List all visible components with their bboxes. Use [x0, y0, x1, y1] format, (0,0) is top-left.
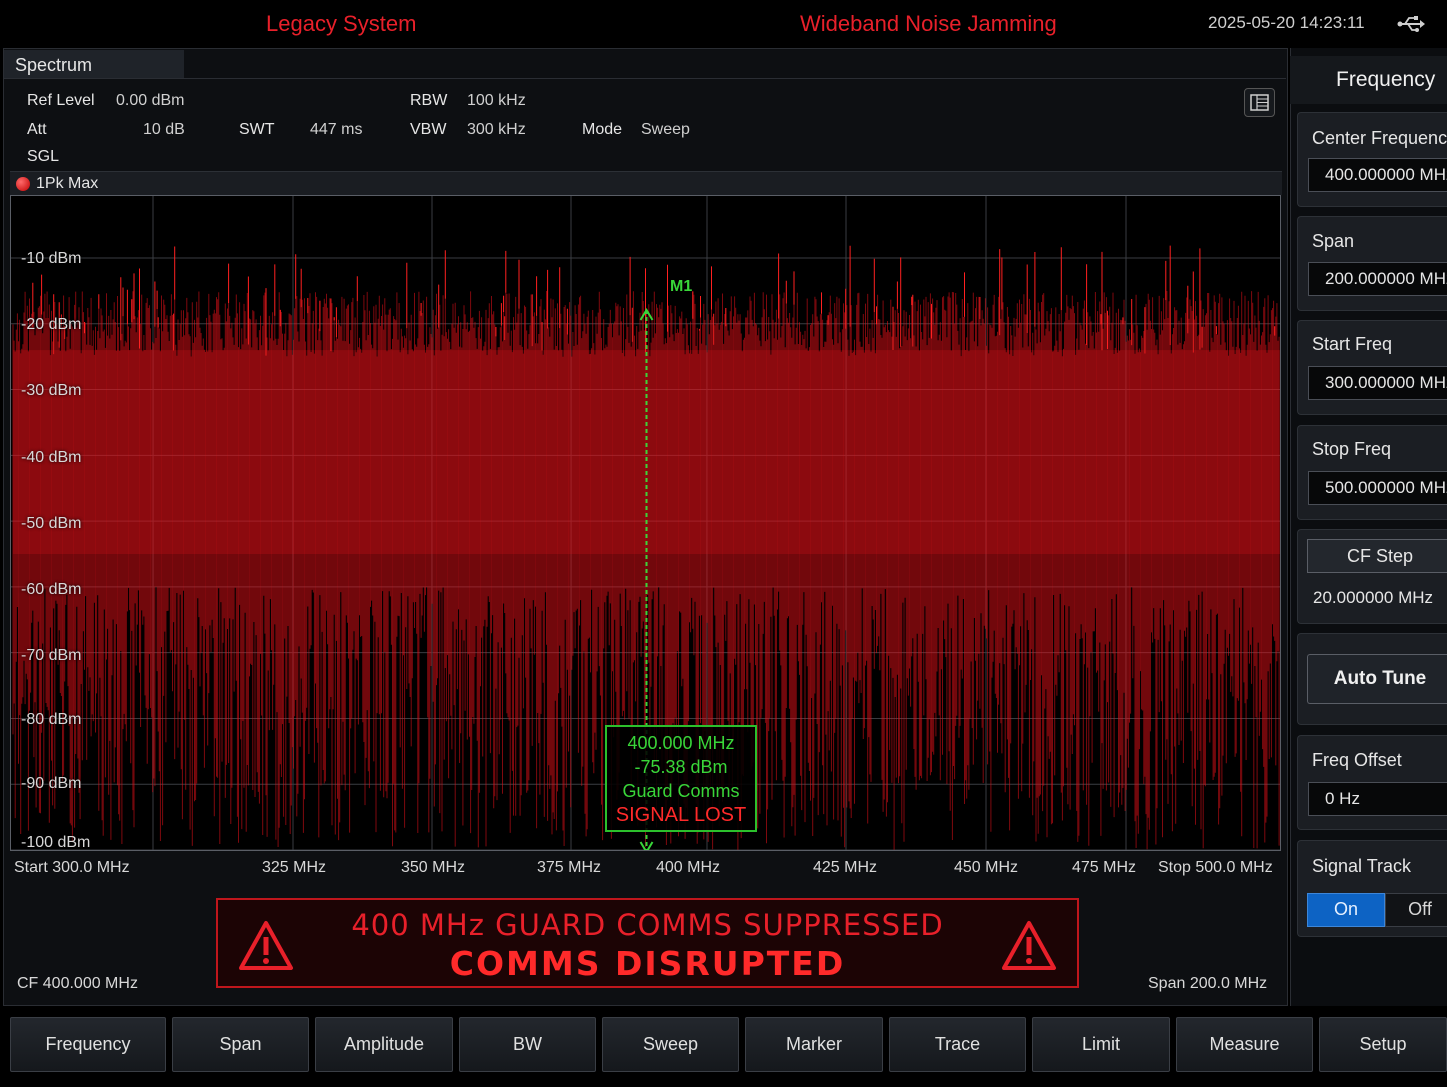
att-value: 10 dB: [143, 121, 185, 138]
auto-tune-group: Auto Tune: [1297, 633, 1447, 725]
jamming-status-title: Wideband Noise Jamming: [800, 11, 1057, 36]
y-tick-label: -100 dBm: [21, 834, 91, 851]
x-tick-label: 475 MHz: [1072, 859, 1137, 876]
signal-track-on-toggle[interactable]: On: [1307, 893, 1385, 927]
softkey-limit[interactable]: Limit: [1032, 1017, 1170, 1072]
y-tick-label: -20 dBm: [21, 316, 82, 333]
trace-legend: 1Pk Max: [10, 171, 1282, 195]
vbw-label: VBW: [410, 121, 447, 138]
softkey-marker[interactable]: Marker: [745, 1017, 883, 1072]
softkey-measure[interactable]: Measure: [1176, 1017, 1313, 1072]
datetime: 2025-05-20 14:23:11: [1208, 13, 1365, 32]
cf-step-value: 20.000000 MHz: [1312, 588, 1434, 607]
trace-label: 1Pk Max: [36, 175, 99, 192]
softkey-span[interactable]: Span: [172, 1017, 309, 1072]
y-tick-label: -60 dBm: [21, 581, 82, 598]
span-label: Span: [1312, 231, 1355, 251]
vbw-value: 300 kHz: [467, 121, 526, 138]
y-tick-label: -40 dBm: [21, 449, 82, 466]
tab-spectrum[interactable]: Spectrum: [4, 50, 184, 78]
center-frequency-readout: CF 400.000 MHz: [17, 975, 138, 992]
mode-value: Sweep: [641, 121, 690, 138]
trace-indicator-icon: [16, 177, 30, 191]
freq-offset-label: Freq Offset: [1312, 750, 1402, 770]
alert-message: 400 MHz GUARD COMMS SUPPRESSED: [351, 908, 944, 942]
x-tick-label: 400 MHz: [656, 859, 721, 876]
marker-readout-box: 400.000 MHz -75.38 dBm Guard Comms SIGNA…: [605, 725, 757, 832]
swt-label: SWT: [239, 121, 275, 138]
ref-level-value: 0.00 dBm: [116, 92, 185, 109]
rbw-value: 100 kHz: [467, 92, 526, 109]
freq-offset-input[interactable]: 0 Hz: [1308, 782, 1447, 816]
start-freq-input[interactable]: 300.000000 MHz: [1308, 366, 1447, 400]
x-tick-label: 350 MHz: [401, 859, 466, 876]
y-tick-label: -70 dBm: [21, 647, 82, 664]
softkey-bw[interactable]: BW: [459, 1017, 596, 1072]
softkey-sweep[interactable]: Sweep: [602, 1017, 739, 1072]
softkey-amplitude[interactable]: Amplitude: [315, 1017, 453, 1072]
y-tick-label: -80 dBm: [21, 711, 82, 728]
x-tick-label: 450 MHz: [954, 859, 1019, 876]
signal-track-off-toggle[interactable]: Off: [1385, 893, 1447, 927]
sgl-indicator: SGL: [27, 148, 60, 165]
y-tick-label: -50 dBm: [21, 515, 82, 532]
spectrum-plot[interactable]: -10 dBm -20 dBm -30 dBm -40 dBm -50 dBm …: [10, 195, 1281, 851]
x-start-label: Start 300.0 MHz: [14, 859, 130, 876]
y-tick-label: -30 dBm: [21, 382, 82, 399]
x-tick-label: 425 MHz: [813, 859, 878, 876]
softkey-frequency[interactable]: Frequency: [10, 1017, 166, 1072]
rbw-label: RBW: [410, 92, 448, 109]
center-frequency-label: Center Frequency: [1312, 128, 1447, 148]
marker-status: SIGNAL LOST: [615, 804, 747, 826]
x-tick-label: 375 MHz: [537, 859, 602, 876]
x-stop-label: Stop 500.0 MHz: [1158, 859, 1273, 876]
marker-level: -75.38 dBm: [634, 757, 728, 777]
mode-label: Mode: [582, 121, 623, 138]
start-freq-label: Start Freq: [1312, 334, 1393, 354]
marker-note: Guard Comms: [622, 781, 740, 801]
freq-offset-group: Freq Offset 0 Hz: [1297, 735, 1447, 830]
marker-m1-label[interactable]: M1: [670, 278, 692, 296]
cf-step-group: CF Step 20.000000 MHz: [1297, 529, 1447, 624]
x-tick-label: 325 MHz: [262, 859, 327, 876]
softkey-trace[interactable]: Trace: [889, 1017, 1026, 1072]
auto-tune-button[interactable]: Auto Tune: [1307, 654, 1447, 704]
usb-icon: [1397, 16, 1425, 32]
jamming-alert-banner: 400 MHz GUARD COMMS SUPPRESSED COMMS DIS…: [216, 898, 1079, 988]
signal-track-label: Signal Track: [1312, 856, 1412, 876]
span-readout: Span 200.0 MHz: [1148, 975, 1268, 992]
layout-icon[interactable]: [1244, 88, 1275, 117]
stop-freq-input[interactable]: 500.000000 MHz: [1308, 471, 1447, 505]
warning-icon: [1002, 921, 1056, 970]
marker-frequency: 400.000 MHz: [627, 733, 735, 753]
swt-value: 447 ms: [310, 121, 363, 138]
alert-headline: COMMS DISRUPTED: [449, 944, 846, 983]
span-input[interactable]: 200.000000 MHz: [1308, 262, 1447, 296]
menu-title: Frequency: [1290, 56, 1447, 104]
y-tick-label: -10 dBm: [21, 250, 82, 267]
signal-track-group: Signal Track On Off: [1297, 840, 1447, 937]
start-freq-group: Start Freq 300.000000 MHz: [1297, 320, 1447, 415]
stop-freq-label: Stop Freq: [1312, 439, 1392, 459]
ref-level-label: Ref Level: [27, 92, 95, 109]
softkey-setup[interactable]: Setup: [1319, 1017, 1447, 1072]
y-tick-label: -90 dBm: [21, 775, 82, 792]
center-frequency-input[interactable]: 400.000000 MHz: [1308, 158, 1447, 192]
top-status-bar: Legacy System Wideband Noise Jamming 202…: [0, 0, 1447, 48]
span-group: Span 200.000000 MHz: [1297, 216, 1447, 311]
system-title: Legacy System: [266, 11, 417, 36]
att-label: Att: [27, 121, 47, 138]
center-frequency-group: Center Frequency 400.000000 MHz: [1297, 112, 1447, 207]
tab-divider: [4, 78, 1286, 79]
stop-freq-group: Stop Freq 500.000000 MHz: [1297, 425, 1447, 520]
cf-step-button[interactable]: CF Step: [1307, 539, 1447, 573]
